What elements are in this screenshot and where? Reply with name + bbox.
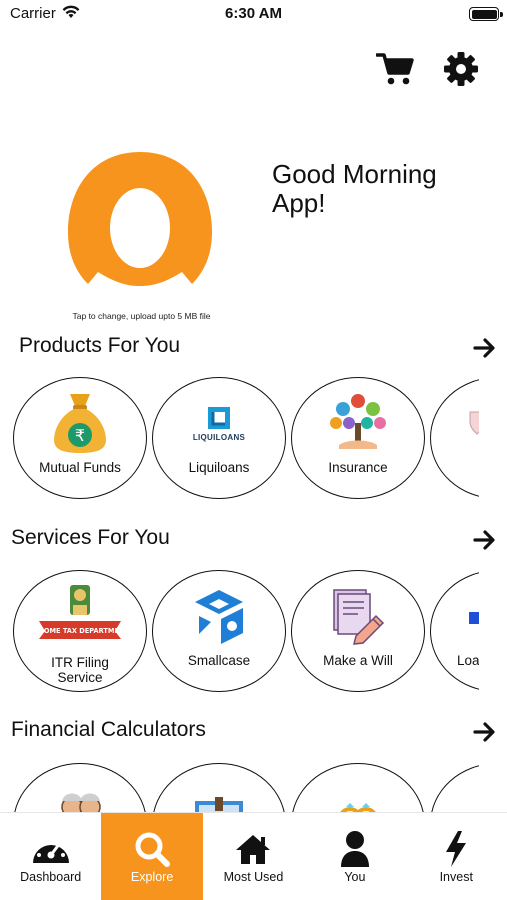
tab-label: You xyxy=(344,870,366,884)
tab-explore[interactable]: Explore xyxy=(101,813,203,900)
calculators-section-header: Financial Calculators xyxy=(0,718,507,748)
services-section-header: Services For You xyxy=(0,526,507,556)
settings-gear-icon[interactable] xyxy=(442,50,480,88)
retirement-couple-icon xyxy=(14,778,146,813)
products-carousel[interactable]: ₹ Mutual Funds LIQUILOANS Liquiloans Ins… xyxy=(0,377,479,502)
liquiloans-logo-text: LIQUILOANS xyxy=(192,432,246,442)
income-tax-department-emblem: INCOME TAX DEPARTMENT xyxy=(14,581,146,643)
emblem-text: INCOME TAX DEPARTMENT xyxy=(35,627,125,635)
calculators-see-all-arrow-icon[interactable] xyxy=(473,720,497,744)
products-section-title: Products For You xyxy=(19,334,181,357)
product-card-partial[interactable] xyxy=(430,377,479,499)
tab-label: Dashboard xyxy=(20,870,82,884)
smallcase-cube-icon xyxy=(153,585,285,647)
card-label: Loa xyxy=(457,653,479,668)
chart-icon xyxy=(431,778,479,813)
status-bar: Carrier 6:30 AM xyxy=(0,0,507,28)
bottom-tab-bar: Dashboard Explore Most Used You Invest xyxy=(0,812,507,900)
search-icon xyxy=(101,829,202,869)
clock-time: 6:30 AM xyxy=(225,5,282,22)
card-label: Insurance xyxy=(328,460,388,475)
services-section-title: Services For You xyxy=(11,526,170,549)
user-icon xyxy=(304,829,405,869)
calculator-card-education[interactable] xyxy=(152,763,286,813)
product-card-insurance[interactable]: Insurance xyxy=(291,377,425,499)
service-card-itr-filing[interactable]: INCOME TAX DEPARTMENT ITR Filing Service xyxy=(13,570,147,692)
svg-text:₹: ₹ xyxy=(75,426,85,445)
tab-most-used[interactable]: Most Used xyxy=(203,813,304,900)
tab-label: Invest xyxy=(439,870,473,884)
tab-you[interactable]: You xyxy=(304,813,405,900)
card-label: Smallcase xyxy=(187,653,251,668)
product-card-mutual-funds[interactable]: ₹ Mutual Funds xyxy=(13,377,147,499)
card-label: Mutual Funds xyxy=(39,460,121,475)
battery-icon xyxy=(469,7,499,21)
shield-icon xyxy=(431,392,479,454)
upload-hint: Tap to change, upload upto 5 MB file xyxy=(72,311,211,321)
liquiloans-logo: LIQUILOANS xyxy=(153,392,285,454)
speedometer-icon xyxy=(0,829,101,869)
loan-icon xyxy=(431,585,479,647)
money-bag-rupee-icon: ₹ xyxy=(14,392,146,454)
tab-invest[interactable]: Invest xyxy=(406,813,507,900)
tab-label: Explore xyxy=(130,870,174,884)
home-icon xyxy=(203,829,304,869)
calculators-carousel[interactable] xyxy=(0,763,479,813)
top-actions xyxy=(376,50,480,88)
will-document-pen-icon xyxy=(292,585,424,647)
insurance-tree-icon xyxy=(292,392,424,454)
services-see-all-arrow-icon[interactable] xyxy=(473,528,497,552)
greeting-text: Good Morning App! xyxy=(272,160,492,218)
calculator-card-retirement[interactable] xyxy=(13,763,147,813)
card-label: Make a Will xyxy=(323,653,393,668)
card-label: ITR Filing Service xyxy=(51,655,109,685)
tab-dashboard[interactable]: Dashboard xyxy=(0,813,101,900)
calculators-section-title: Financial Calculators xyxy=(11,718,206,741)
battery-nub xyxy=(500,12,503,17)
products-section-header: Products For You xyxy=(0,334,507,364)
tab-label: Most Used xyxy=(223,870,284,884)
service-card-make-a-will[interactable]: Make a Will xyxy=(291,570,425,692)
education-book-icon xyxy=(153,778,285,813)
product-card-liquiloans[interactable]: LIQUILOANS Liquiloans xyxy=(152,377,286,499)
profile-avatar[interactable] xyxy=(62,150,218,310)
lightning-icon xyxy=(406,829,507,869)
service-card-smallcase[interactable]: Smallcase xyxy=(152,570,286,692)
marriage-rings-icon xyxy=(292,778,424,813)
greeting-line: Good Morning App! xyxy=(272,159,437,218)
card-label: Liquiloans xyxy=(188,460,250,475)
products-see-all-arrow-icon[interactable] xyxy=(473,336,497,360)
service-card-loan[interactable]: Loa xyxy=(430,570,479,692)
services-carousel[interactable]: INCOME TAX DEPARTMENT ITR Filing Service… xyxy=(0,570,479,695)
calculator-card-partial[interactable] xyxy=(430,763,479,813)
cart-icon[interactable] xyxy=(376,50,414,88)
calculator-card-marriage[interactable] xyxy=(291,763,425,813)
